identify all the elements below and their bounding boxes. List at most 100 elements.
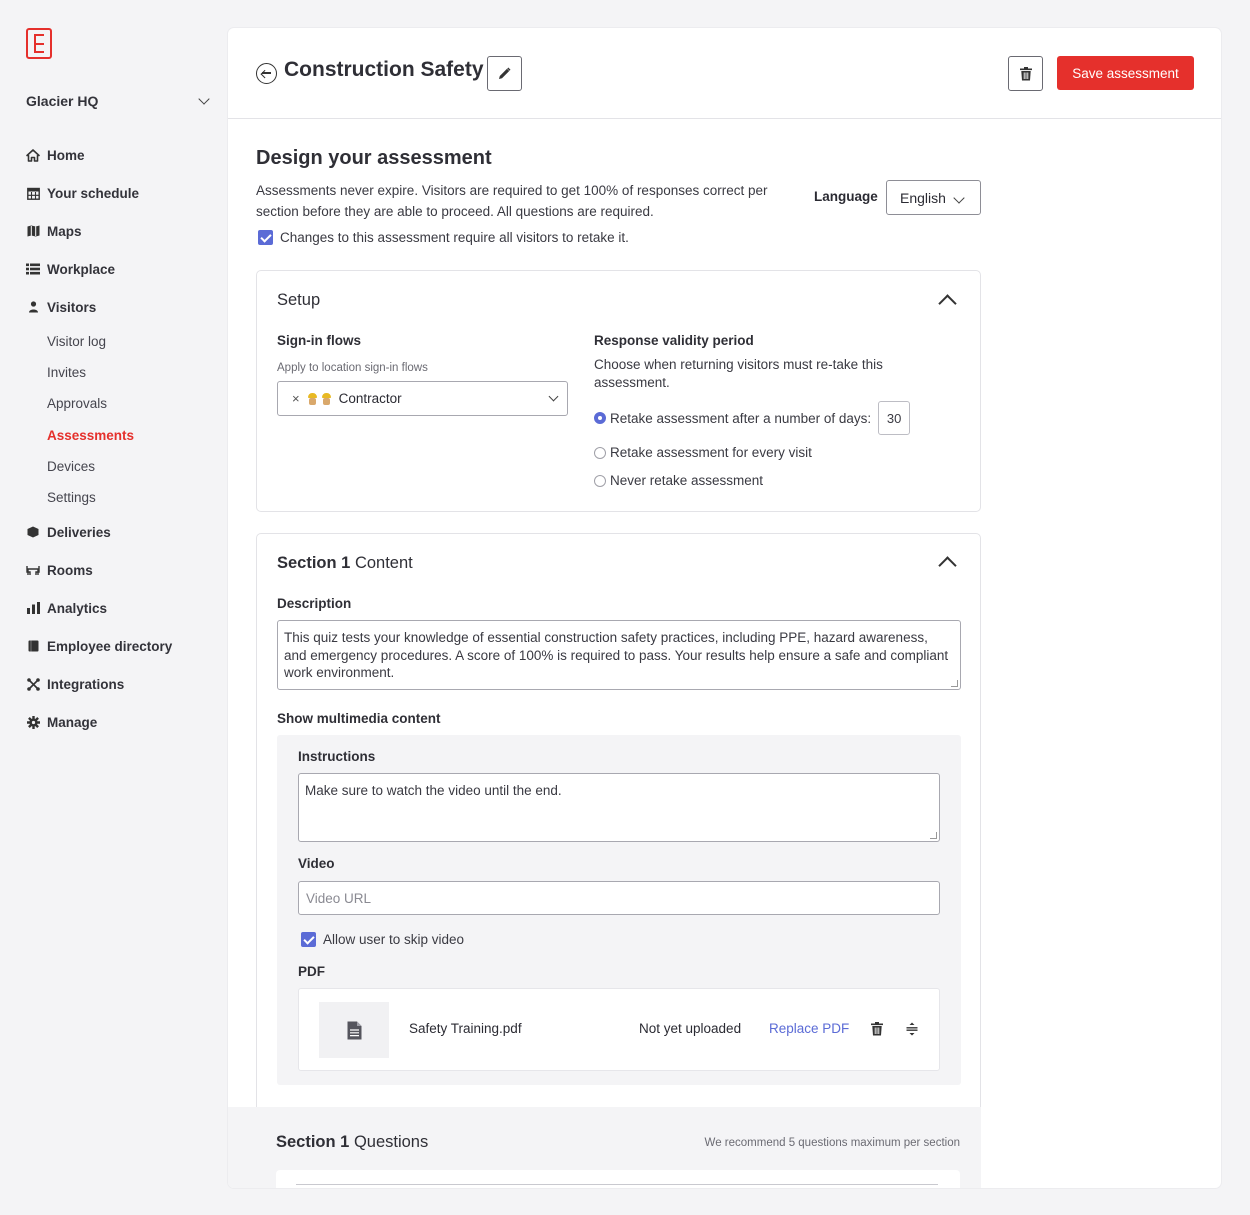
- drag-handle-icon: [906, 1022, 918, 1036]
- remove-chip-icon[interactable]: ×: [292, 391, 300, 406]
- pdf-thumbnail: [319, 1002, 389, 1058]
- calendar-icon: [26, 186, 40, 200]
- sidebar-item-home[interactable]: Home: [26, 136, 212, 174]
- question-card: [276, 1170, 960, 1188]
- drag-handle[interactable]: [906, 1022, 918, 1039]
- person-icon: [26, 300, 40, 314]
- sidebar-item-manage[interactable]: Manage: [26, 703, 212, 741]
- gear-icon: [26, 715, 40, 729]
- signin-flow-chip: × Contractor: [292, 391, 402, 406]
- design-description: Assessments never expire. Visitors are r…: [256, 183, 768, 219]
- radio-selected-icon[interactable]: [594, 412, 606, 424]
- sidebar-item-rooms[interactable]: Rooms: [26, 551, 212, 589]
- description-label: Description: [277, 596, 352, 611]
- collapse-section-icon[interactable]: [938, 556, 957, 575]
- setup-title: Setup: [277, 291, 321, 309]
- page-title: Construction Safety: [284, 58, 484, 81]
- radio-icon[interactable]: [594, 474, 606, 487]
- sidebar-sub-assessments[interactable]: Assessments: [26, 420, 212, 451]
- video-label: Video: [298, 856, 335, 871]
- document-icon: [347, 1021, 361, 1039]
- sidebar-item-maps[interactable]: Maps: [26, 212, 212, 250]
- sidebar-nav: Home Your schedule Maps Workplace Visito…: [26, 136, 212, 741]
- signin-flows-select[interactable]: × Contractor: [277, 381, 568, 416]
- pdf-label: PDF: [298, 964, 325, 979]
- section-questions-title: Section 1 Questions: [276, 1133, 429, 1151]
- sidebar-item-workplace[interactable]: Workplace: [26, 250, 212, 288]
- multimedia-box: Instructions Make sure to watch the vide…: [277, 735, 961, 1085]
- chevron-down-icon: [953, 192, 965, 204]
- section-content-title: Section 1 Content: [277, 554, 413, 572]
- sidebar-sub-settings[interactable]: Settings: [26, 482, 212, 513]
- section-content-panel: Section 1 Content Description This quiz …: [256, 533, 981, 1188]
- checkbox-checked-icon[interactable]: [258, 230, 273, 245]
- envoy-logo[interactable]: [26, 28, 52, 59]
- video-url-placeholder: Video URL: [306, 890, 372, 906]
- sidebar-item-integrations[interactable]: Integrations: [26, 665, 212, 703]
- sidebar-item-visitors[interactable]: Visitors: [26, 288, 212, 326]
- retake-on-change-checkbox[interactable]: Changes to this assessment require all v…: [258, 230, 629, 245]
- resize-handle-icon[interactable]: [930, 832, 937, 839]
- radio-retake-every-visit[interactable]: Retake assessment for every visit: [594, 445, 812, 460]
- book-icon: [26, 639, 40, 653]
- design-heading: Design your assessment: [256, 147, 492, 169]
- questions-hint: We recommend 5 questions maximum per sec…: [704, 1137, 960, 1149]
- chevron-down-icon: [548, 391, 559, 402]
- chevron-down-icon: [198, 93, 210, 105]
- radio-icon[interactable]: [594, 446, 606, 459]
- delete-pdf-button[interactable]: [871, 1022, 883, 1039]
- room-icon: [26, 563, 40, 577]
- pdf-status: Not yet uploaded: [639, 1021, 742, 1036]
- construction-worker-icon: [307, 392, 318, 405]
- trash-icon: [871, 1022, 883, 1036]
- language-label: Language: [814, 189, 878, 204]
- home-icon: [26, 148, 40, 162]
- location-name: Glacier HQ: [26, 93, 99, 109]
- signin-flows-label: Sign-in flows: [277, 333, 361, 348]
- validity-label: Response validity period: [594, 333, 754, 348]
- retake-on-change-label: Changes to this assessment require all v…: [280, 230, 629, 245]
- sidebar-sub-devices[interactable]: Devices: [26, 451, 212, 482]
- bar-chart-icon: [26, 601, 40, 615]
- language-select[interactable]: English: [886, 180, 981, 215]
- resize-handle-icon[interactable]: [951, 680, 958, 687]
- save-assessment-button[interactable]: Save assessment: [1057, 56, 1194, 90]
- sidebar-sub-invites[interactable]: Invites: [26, 357, 212, 388]
- setup-panel: Setup Sign-in flows Apply to location si…: [256, 270, 981, 512]
- sidebar-item-deliveries[interactable]: Deliveries: [26, 513, 212, 551]
- pencil-icon: [499, 67, 511, 79]
- video-url-input[interactable]: Video URL: [298, 881, 940, 915]
- multimedia-label: Show multimedia content: [277, 711, 441, 726]
- page-header: Construction Safety Save assessment: [228, 28, 1221, 119]
- replace-pdf-link[interactable]: Replace PDF: [769, 1021, 849, 1036]
- package-icon: [26, 525, 40, 539]
- location-switcher[interactable]: Glacier HQ: [26, 93, 212, 109]
- description-textarea[interactable]: This quiz tests your knowledge of essent…: [277, 620, 961, 690]
- days-input[interactable]: 30: [878, 401, 911, 435]
- sidebar: Glacier HQ Home Your schedule Maps Workp…: [0, 0, 228, 1215]
- trash-icon: [1019, 66, 1032, 80]
- instructions-textarea[interactable]: Make sure to watch the video until the e…: [298, 773, 940, 842]
- edit-title-button[interactable]: [487, 56, 522, 91]
- pdf-filename: Safety Training.pdf: [409, 1021, 522, 1036]
- sidebar-sub-visitor-log[interactable]: Visitor log: [26, 326, 212, 357]
- map-icon: [26, 224, 40, 238]
- back-arrow-icon[interactable]: [256, 63, 277, 84]
- collapse-setup-icon[interactable]: [938, 294, 957, 313]
- sidebar-item-directory[interactable]: Employee directory: [26, 627, 212, 665]
- sidebar-item-schedule[interactable]: Your schedule: [26, 174, 212, 212]
- radio-never-retake[interactable]: Never retake assessment: [594, 473, 763, 488]
- sidebar-item-analytics[interactable]: Analytics: [26, 589, 212, 627]
- language-value: English: [900, 189, 946, 206]
- delete-assessment-button[interactable]: [1008, 56, 1043, 91]
- checkbox-checked-icon[interactable]: [301, 932, 316, 947]
- signin-flow-chip-label: Contractor: [338, 391, 402, 406]
- list-icon: [26, 262, 40, 276]
- main-panel: Construction Safety Save assessment Desi…: [228, 28, 1221, 1188]
- radio-retake-days[interactable]: Retake assessment after a number of days…: [594, 401, 911, 435]
- sidebar-sub-approvals[interactable]: Approvals: [26, 388, 212, 419]
- validity-help: Choose when returning visitors must re-t…: [594, 357, 883, 390]
- signin-flows-help: Apply to location sign-in flows: [277, 362, 428, 374]
- construction-worker-icon: [321, 392, 332, 405]
- skip-video-checkbox[interactable]: Allow user to skip video: [301, 932, 464, 947]
